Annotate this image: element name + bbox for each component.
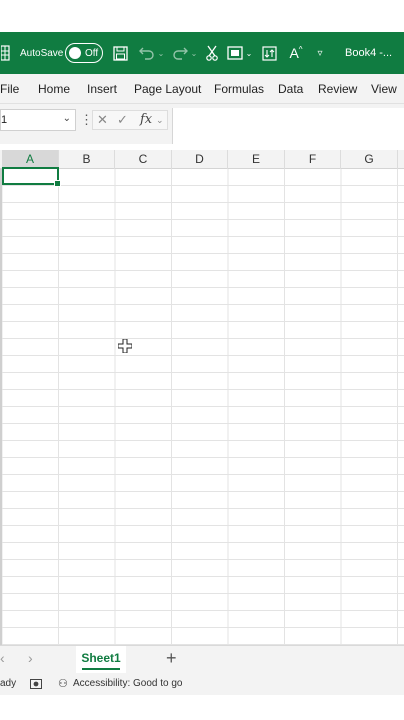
move-cursor-icon [118,339,132,353]
insert-function-icon[interactable]: fx [140,110,152,130]
confirm-icon[interactable]: ✓ [117,110,128,130]
sort-icon[interactable] [259,32,279,74]
name-box-value: 1 [1,114,8,126]
accessibility-icon: ⚇ [58,678,68,690]
save-icon[interactable] [110,32,130,74]
undo-dropdown-icon[interactable]: ⌄ [156,32,166,74]
title-bar: AutoSave Off ⌄ ⌄ ⌄ A ^ ▿ Book4 -... [0,32,404,74]
add-sheet-button[interactable]: + [166,648,177,669]
tab-file[interactable]: File [0,74,19,104]
previous-sheet-icon[interactable]: ‹ [0,650,5,666]
column-header-e[interactable]: E [228,150,285,169]
formula-bar: 1 ⌄ ⋮ ✕ ✓ fx ⌄ [0,104,404,144]
column-header-b[interactable]: B [59,150,115,169]
undo-icon[interactable] [137,32,157,74]
tab-review[interactable]: Review [318,74,357,104]
customize-toolbar-icon[interactable]: ▿ [312,32,328,74]
accessibility-status[interactable]: Accessibility: Good to go [73,673,183,695]
formula-input[interactable] [172,108,404,144]
tab-formulas[interactable]: Formulas [214,74,264,104]
cancel-icon[interactable]: ✕ [97,110,108,130]
macro-recording-icon[interactable] [30,673,42,695]
bottom-margin [0,695,404,720]
chevron-down-icon[interactable]: ⌄ [63,113,71,124]
autosave-toggle[interactable]: Off [65,43,103,63]
camera-dropdown-icon[interactable]: ⌄ [244,32,254,74]
function-dropdown-icon[interactable]: ⌄ [156,110,164,130]
tab-home[interactable]: Home [38,74,70,104]
cut-icon[interactable] [203,32,221,74]
autosave-label: AutoSave [20,47,64,59]
ribbon-tabs: File Home Insert Page Layout Formulas Da… [0,74,404,104]
tab-data[interactable]: Data [278,74,303,104]
column-header-d[interactable]: D [172,150,228,169]
row-header-strip [0,169,2,645]
status-ready: ady [0,678,17,689]
redo-icon[interactable] [170,32,190,74]
cell-area[interactable] [0,169,404,645]
tab-view[interactable]: View [371,74,397,104]
camera-icon[interactable] [225,32,245,74]
sheet-tab-bar: ‹ › Sheet1 + [0,645,404,673]
worksheet-grid[interactable]: A B C D E F G [0,150,404,645]
next-sheet-icon[interactable]: › [28,650,33,666]
active-cell[interactable] [2,167,61,187]
toggle-knob [69,47,81,59]
name-box[interactable]: 1 ⌄ [0,109,76,131]
tab-insert[interactable]: Insert [87,74,117,104]
redo-dropdown-icon[interactable]: ⌄ [189,32,199,74]
status-bar: ady ⚇ Accessibility: Good to go [0,673,404,695]
autosave-state: Off [85,47,99,59]
column-header-c[interactable]: C [115,150,172,169]
font-size-icon[interactable]: A ^ [286,32,306,74]
tab-page-layout[interactable]: Page Layout [134,74,201,104]
column-header-g[interactable]: G [341,150,398,169]
workbook-title: Book4 -... [345,47,393,59]
sheet-tab-sheet1[interactable]: Sheet1 [76,646,126,673]
excel-app-icon [0,32,12,74]
column-header-f[interactable]: F [285,150,341,169]
column-headers: A B C D E F G [0,150,404,169]
